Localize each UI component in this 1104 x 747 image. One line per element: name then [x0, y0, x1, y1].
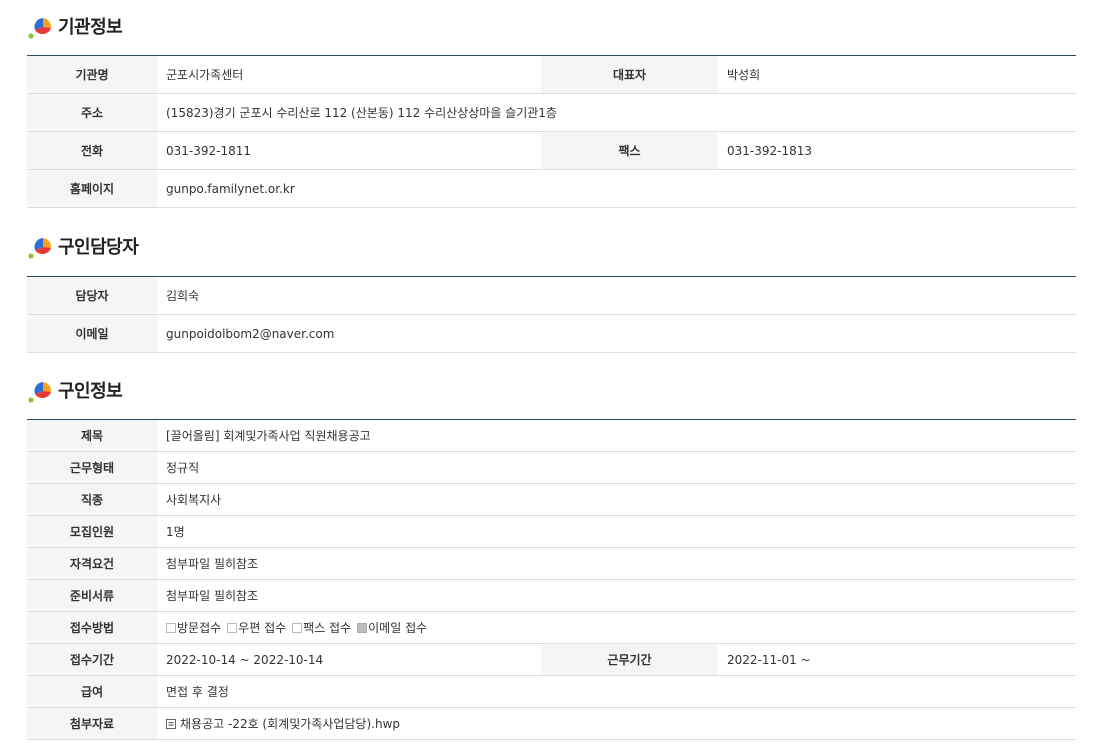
addr-value: (15823)경기 군포시 수리산로 112 (산본동) 112 수리산상상마을… — [157, 93, 1076, 132]
table-row: 제목 [끌어올림] 회계및가족사업 직원채용공고 — [27, 419, 1077, 452]
table-row: 이메일 gunpoidolbom2@naver.com — [27, 314, 1076, 353]
home-value: gunpo.familynet.or.kr — [157, 169, 1076, 208]
home-label: 홈페이지 — [27, 169, 157, 208]
org-info-table: 기관명 군포시가족센터 대표자 박성희 주소 (15823)경기 군포시 수리산… — [27, 55, 1076, 208]
fax-value: 031-392-1813 — [718, 131, 1076, 170]
addr-label: 주소 — [27, 93, 157, 132]
checkbox-label: 이메일 접수 — [368, 621, 428, 635]
period-label: 접수기간 — [27, 643, 157, 676]
salary-value: 면접 후 결정 — [157, 675, 1077, 708]
rep-label: 대표자 — [541, 55, 718, 94]
checkbox-icon — [166, 622, 176, 633]
checkbox-label: 팩스 접수 — [303, 621, 352, 635]
docs-label: 준비서류 — [27, 579, 157, 612]
table-row: 첨부자료 채용공고 -22호 (회계및가족사업담당).hwp — [27, 707, 1077, 740]
category-label: 직종 — [27, 483, 157, 516]
colorful-circle-icon — [28, 382, 52, 403]
table-row: 홈페이지 gunpo.familynet.or.kr — [27, 169, 1076, 208]
method-fax-checkbox: 팩스 접수 — [292, 619, 351, 636]
table-row: 급여 면접 후 결정 — [27, 675, 1077, 708]
salary-label: 급여 — [27, 675, 157, 708]
qual-value: 첨부파일 필히참조 — [157, 547, 1077, 580]
table-row: 준비서류 첨부파일 필히참조 — [27, 579, 1077, 612]
table-row: 직종 사회복지사 — [27, 483, 1077, 516]
table-row: 담당자 김희숙 — [27, 276, 1076, 315]
org-name-label: 기관명 — [27, 55, 157, 94]
subject-value: [끌어올림] 회계및가족사업 직원채용공고 — [157, 419, 1077, 452]
checkbox-label: 우편 접수 — [238, 621, 287, 635]
worktype-value: 정규직 — [157, 451, 1077, 484]
email-label: 이메일 — [27, 314, 157, 353]
workperiod-value: 2022-11-01 ~ — [718, 643, 1077, 676]
worktype-label: 근무형태 — [27, 451, 157, 484]
method-visit-checkbox: 방문접수 — [166, 619, 221, 636]
table-row: 모집인원 1명 — [27, 515, 1077, 548]
attachment-link[interactable]: 채용공고 -22호 (회계및가족사업담당).hwp — [166, 715, 400, 732]
job-section-title: 구인정보 — [28, 376, 123, 404]
rep-value: 박성희 — [718, 55, 1076, 94]
checkbox-icon — [292, 622, 303, 633]
workperiod-label: 근무기간 — [541, 643, 718, 676]
job-info-table: 제목 [끌어올림] 회계및가족사업 직원채용공고 근무형태 정규직 직종 사회복… — [27, 419, 1077, 740]
contact-info-table: 담당자 김희숙 이메일 gunpoidolbom2@naver.com — [27, 276, 1076, 353]
tel-value: 031-392-1811 — [157, 131, 541, 170]
table-row: 자격요건 첨부파일 필히참조 — [27, 547, 1077, 580]
tel-label: 전화 — [27, 131, 157, 170]
table-row: 주소 (15823)경기 군포시 수리산로 112 (산본동) 112 수리산상… — [27, 93, 1076, 132]
method-checkbox-group: 방문접수 우편 접수 팩스 접수 이메일 접수 — [166, 619, 1076, 636]
method-mail-checkbox: 우편 접수 — [227, 619, 286, 636]
job-title: 구인정보 — [58, 381, 123, 402]
attach-label: 첨부자료 — [27, 707, 157, 740]
category-value: 사회복지사 — [157, 483, 1077, 516]
attachment-filename: 채용공고 -22호 (회계및가족사업담당).hwp — [180, 717, 401, 731]
attach-cell: 채용공고 -22호 (회계및가족사업담당).hwp — [157, 707, 1077, 740]
subject-label: 제목 — [27, 419, 157, 452]
checkbox-label: 방문접수 — [177, 621, 222, 635]
table-row: 전화 031-392-1811 팩스 031-392-1813 — [27, 131, 1076, 170]
table-row: 접수방법 방문접수 우편 접수 팩스 접수 이메일 접수 — [27, 611, 1077, 644]
method-value: 방문접수 우편 접수 팩스 접수 이메일 접수 — [157, 611, 1077, 644]
manager-value: 김희숙 — [157, 276, 1076, 315]
org-section-title: 기관정보 — [28, 12, 123, 40]
org-title: 기관정보 — [58, 17, 123, 38]
docs-value: 첨부파일 필히참조 — [157, 579, 1077, 612]
file-icon — [166, 718, 176, 729]
checkbox-icon — [227, 622, 238, 633]
contact-section-title: 구인담당자 — [28, 232, 139, 260]
headcount-label: 모집인원 — [27, 515, 157, 548]
qual-label: 자격요건 — [27, 547, 157, 580]
table-row: 기관명 군포시가족센터 대표자 박성희 — [27, 55, 1076, 94]
fax-label: 팩스 — [541, 131, 718, 170]
org-name-value: 군포시가족센터 — [157, 55, 541, 94]
email-value: gunpoidolbom2@naver.com — [157, 314, 1076, 353]
period-value: 2022-10-14 ~ 2022-10-14 — [157, 643, 541, 676]
table-row: 근무형태 정규직 — [27, 451, 1077, 484]
method-email-checkbox: 이메일 접수 — [357, 619, 427, 636]
colorful-circle-icon — [28, 18, 52, 39]
colorful-circle-icon — [28, 238, 52, 259]
table-row: 접수기간 2022-10-14 ~ 2022-10-14 근무기간 2022-1… — [27, 643, 1077, 676]
headcount-value: 1명 — [157, 515, 1077, 548]
manager-label: 담당자 — [27, 276, 157, 315]
contact-title: 구인담당자 — [58, 237, 139, 258]
checkbox-checked-icon — [357, 622, 368, 633]
method-label: 접수방법 — [27, 611, 157, 644]
